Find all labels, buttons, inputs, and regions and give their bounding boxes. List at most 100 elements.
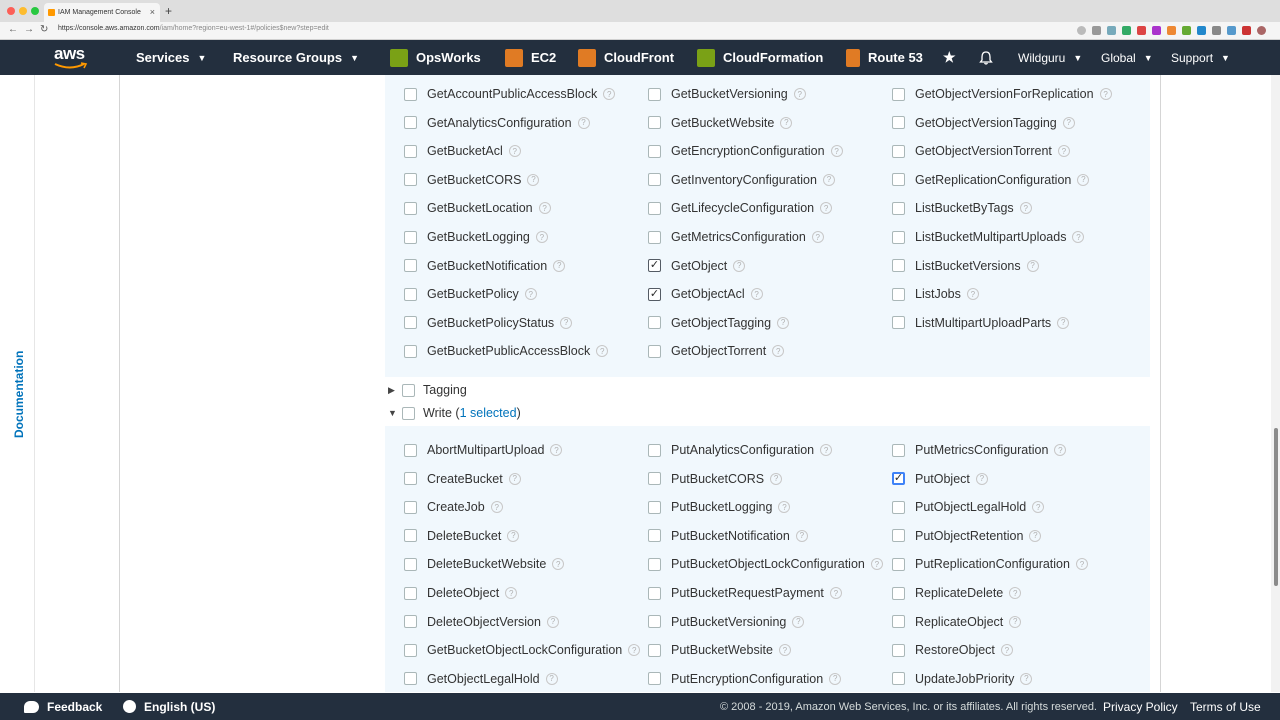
action-checkbox[interactable] bbox=[892, 144, 905, 158]
write-selected-count[interactable]: 1 selected bbox=[460, 406, 517, 420]
permission-action-item[interactable]: GetBucketCORS? bbox=[404, 171, 540, 189]
shortcut-ec2[interactable]: EC2 bbox=[505, 40, 556, 75]
help-icon[interactable]: ? bbox=[553, 259, 566, 272]
help-icon[interactable]: ? bbox=[1020, 672, 1033, 685]
help-icon[interactable]: ? bbox=[1032, 501, 1045, 514]
permission-action-item[interactable]: GetAnalyticsConfiguration? bbox=[404, 114, 590, 132]
permission-action-item[interactable]: PutBucketLogging? bbox=[648, 498, 791, 516]
help-icon[interactable]: ? bbox=[535, 231, 548, 243]
help-icon[interactable]: ? bbox=[1062, 116, 1075, 129]
action-checkbox[interactable] bbox=[648, 615, 661, 629]
permission-action-item[interactable]: PutBucketVersioning? bbox=[648, 613, 805, 631]
action-checkbox[interactable] bbox=[404, 643, 417, 657]
reload-icon[interactable]: ↻ bbox=[40, 24, 48, 35]
action-checkbox[interactable] bbox=[404, 316, 417, 330]
permission-action-item[interactable]: GetObjectVersionForReplication? bbox=[892, 85, 1112, 103]
action-checkbox[interactable] bbox=[648, 586, 661, 600]
action-checkbox[interactable] bbox=[892, 259, 905, 273]
region-menu[interactable]: Global ▼ bbox=[1101, 40, 1153, 75]
help-icon[interactable]: ? bbox=[1075, 558, 1088, 571]
action-checkbox[interactable] bbox=[404, 173, 417, 187]
pin-icon[interactable]: ★ bbox=[943, 40, 956, 75]
action-checkbox[interactable] bbox=[892, 500, 905, 514]
write-checkbox[interactable] bbox=[402, 406, 415, 420]
action-checkbox[interactable] bbox=[892, 586, 905, 600]
action-checkbox[interactable] bbox=[404, 615, 417, 629]
help-icon[interactable]: ? bbox=[733, 259, 746, 272]
permission-action-item[interactable]: UpdateJobPriority? bbox=[892, 670, 1033, 688]
permission-action-item[interactable]: PutBucketObjectLockConfiguration? bbox=[648, 555, 883, 573]
action-checkbox[interactable] bbox=[404, 116, 417, 130]
permission-action-item[interactable]: ListJobs? bbox=[892, 285, 979, 303]
help-icon[interactable]: ? bbox=[603, 88, 616, 100]
permission-action-item[interactable]: PutObjectLegalHold? bbox=[892, 498, 1045, 516]
permission-action-item[interactable]: PutBucketCORS? bbox=[648, 470, 783, 488]
minimize-window-button[interactable] bbox=[19, 7, 27, 15]
shortcut-cloudformation[interactable]: CloudFormation bbox=[697, 40, 823, 75]
permission-action-item[interactable]: AbortMultipartUpload? bbox=[404, 441, 563, 459]
permission-action-item[interactable]: GetEncryptionConfiguration? bbox=[648, 142, 843, 160]
documentation-tab[interactable]: Documentation bbox=[12, 351, 26, 438]
zoom-icon[interactable] bbox=[1077, 26, 1086, 35]
extension-icon[interactable] bbox=[1152, 26, 1161, 35]
help-icon[interactable]: ? bbox=[628, 644, 641, 657]
extension-icon[interactable] bbox=[1242, 26, 1251, 35]
permission-action-item[interactable]: ListBucketByTags? bbox=[892, 199, 1032, 217]
permission-action-item[interactable]: ListMultipartUploadParts? bbox=[892, 314, 1070, 332]
help-icon[interactable]: ? bbox=[822, 173, 835, 186]
action-checkbox[interactable] bbox=[404, 230, 417, 244]
permission-action-item[interactable]: GetMetricsConfiguration? bbox=[648, 228, 824, 246]
help-icon[interactable]: ? bbox=[795, 529, 808, 542]
help-icon[interactable]: ? bbox=[507, 529, 520, 542]
action-checkbox[interactable] bbox=[892, 316, 905, 330]
extension-icon[interactable] bbox=[1137, 26, 1146, 35]
help-icon[interactable]: ? bbox=[829, 587, 842, 599]
help-icon[interactable]: ? bbox=[1072, 231, 1085, 243]
permission-action-item[interactable]: ✓ PutObject? bbox=[892, 470, 988, 488]
action-checkbox[interactable] bbox=[404, 672, 417, 686]
action-checkbox[interactable] bbox=[892, 529, 905, 543]
action-checkbox[interactable] bbox=[648, 472, 661, 486]
action-checkbox[interactable] bbox=[404, 144, 417, 158]
permission-action-item[interactable]: GetObjectVersionTagging? bbox=[892, 114, 1075, 132]
action-checkbox[interactable] bbox=[648, 173, 661, 187]
help-icon[interactable]: ? bbox=[772, 345, 785, 358]
action-checkbox[interactable] bbox=[892, 643, 905, 657]
action-checkbox[interactable] bbox=[404, 529, 417, 543]
action-checkbox[interactable] bbox=[648, 144, 661, 158]
action-checkbox[interactable] bbox=[892, 230, 905, 244]
help-icon[interactable]: ? bbox=[778, 501, 791, 514]
permission-action-item[interactable]: PutMetricsConfiguration? bbox=[892, 441, 1067, 459]
help-icon[interactable]: ? bbox=[596, 345, 609, 358]
help-icon[interactable]: ? bbox=[820, 202, 833, 215]
back-icon[interactable]: ← bbox=[8, 24, 18, 35]
scrollbar-thumb[interactable] bbox=[1274, 428, 1278, 586]
action-checkbox[interactable] bbox=[404, 586, 417, 600]
action-checkbox[interactable] bbox=[648, 344, 661, 358]
action-checkbox[interactable] bbox=[404, 557, 417, 571]
permission-action-item[interactable]: CreateBucket? bbox=[404, 470, 521, 488]
action-checkbox[interactable] bbox=[404, 472, 417, 486]
action-checkbox[interactable] bbox=[648, 230, 661, 244]
permission-action-item[interactable]: ✓ GetObject? bbox=[648, 257, 746, 275]
close-tab-icon[interactable]: × bbox=[150, 7, 155, 17]
action-checkbox[interactable] bbox=[404, 201, 417, 215]
help-icon[interactable]: ? bbox=[546, 615, 559, 628]
help-icon[interactable]: ? bbox=[508, 145, 521, 158]
help-icon[interactable]: ? bbox=[770, 472, 783, 485]
permission-action-item[interactable]: GetBucketWebsite? bbox=[648, 114, 793, 132]
permission-action-item[interactable]: GetObjectVersionTorrent? bbox=[892, 142, 1070, 160]
browser-tab[interactable]: IAM Management Console × bbox=[44, 3, 160, 22]
permission-action-item[interactable]: GetBucketVersioning? bbox=[648, 85, 806, 103]
shortcut-opsworks[interactable]: OpsWorks bbox=[390, 40, 481, 75]
action-checkbox[interactable] bbox=[648, 443, 661, 457]
permission-action-item[interactable]: GetBucketLogging? bbox=[404, 228, 548, 246]
help-icon[interactable]: ? bbox=[550, 444, 563, 456]
help-icon[interactable]: ? bbox=[820, 444, 833, 456]
help-icon[interactable]: ? bbox=[750, 288, 763, 301]
maximize-window-button[interactable] bbox=[31, 7, 39, 15]
action-checkbox[interactable] bbox=[404, 500, 417, 514]
help-icon[interactable]: ? bbox=[538, 202, 551, 215]
action-checkbox[interactable] bbox=[892, 615, 905, 629]
help-icon[interactable]: ? bbox=[778, 644, 791, 657]
